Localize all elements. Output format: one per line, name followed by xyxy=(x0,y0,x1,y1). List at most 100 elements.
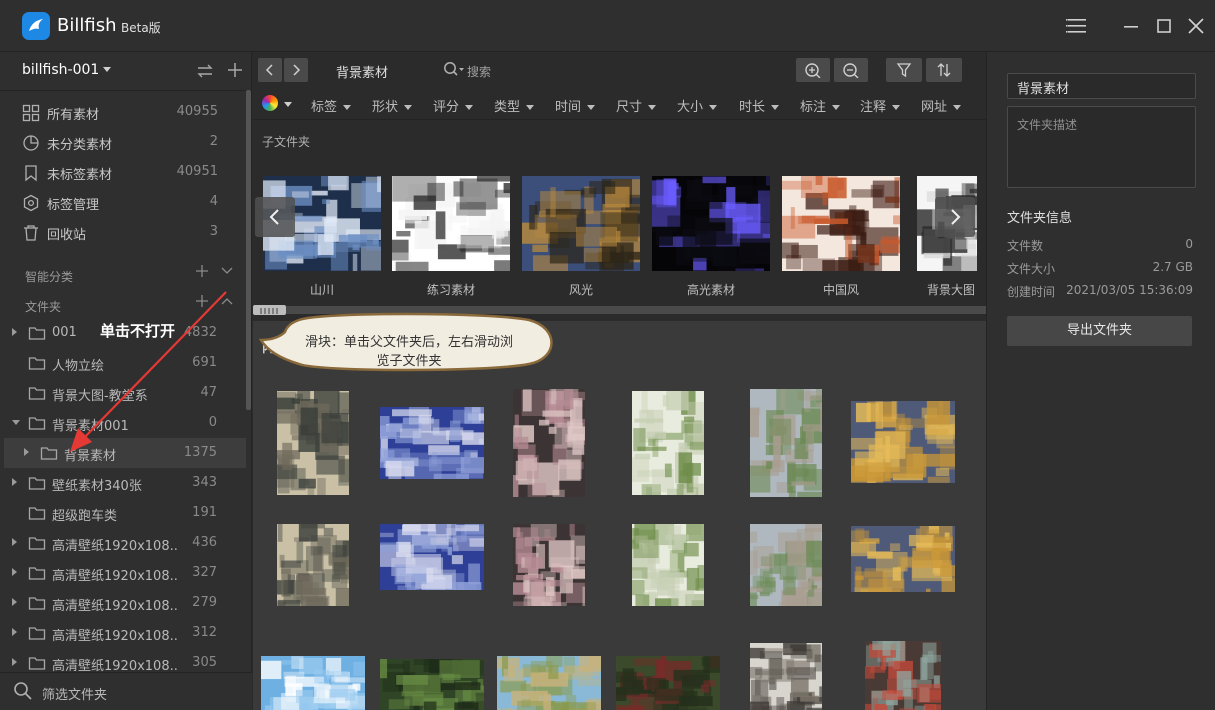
expand-down-icon[interactable] xyxy=(12,420,20,425)
expand-right-icon[interactable] xyxy=(12,328,17,336)
filter-dropdown[interactable]: 评分 xyxy=(433,96,473,115)
sidebar-scrollbar[interactable] xyxy=(246,90,251,410)
sidebar-nav-item[interactable]: 未分类素材 2 xyxy=(0,128,244,158)
add-folder-icon[interactable] xyxy=(195,294,209,312)
subfolder-thumbnail[interactable] xyxy=(782,176,900,271)
sidebar-nav-item[interactable]: 所有素材 40955 xyxy=(0,98,244,128)
folder-item[interactable]: 高清壁纸1920x108.. 279 xyxy=(0,588,246,618)
asset-thumbnail[interactable] xyxy=(851,526,955,592)
search-input[interactable]: 搜索 xyxy=(467,63,491,80)
folder-item[interactable]: 人物立绘 691 xyxy=(0,348,246,378)
add-library-icon[interactable] xyxy=(226,61,244,83)
nav-item-count: 40955 xyxy=(176,104,218,119)
zoom-in-button[interactable] xyxy=(796,58,830,82)
filter-dropdown[interactable]: 大小 xyxy=(677,96,717,115)
expand-right-icon[interactable] xyxy=(24,448,29,456)
export-folder-button[interactable]: 导出文件夹 xyxy=(1007,316,1192,346)
switch-icon[interactable] xyxy=(196,62,214,84)
folder-item[interactable]: 高清壁纸1920x108.. 312 xyxy=(0,618,246,648)
filter-dropdown[interactable]: 注释 xyxy=(860,96,900,115)
asset-thumbnail[interactable] xyxy=(750,389,822,497)
asset-thumbnail[interactable] xyxy=(513,524,585,606)
app-name: Billfish xyxy=(57,15,117,36)
folder-filter[interactable]: 筛选文件夹 xyxy=(0,672,252,710)
folder-item[interactable]: 高清壁纸1920x108.. 436 xyxy=(0,528,246,558)
filter-dropdown[interactable]: 时间 xyxy=(555,96,595,115)
library-dropdown-icon[interactable] xyxy=(103,67,111,72)
info-key: 文件数 xyxy=(1007,239,1044,253)
content-grid: 内容 xyxy=(253,321,986,710)
folder-label: 高清壁纸1920x108.. xyxy=(52,629,178,644)
filter-dropdown[interactable]: 时长 xyxy=(739,96,779,115)
filter-button[interactable] xyxy=(886,58,922,82)
asset-thumbnail[interactable] xyxy=(380,524,484,590)
close-icon[interactable] xyxy=(1183,13,1209,39)
asset-thumbnail[interactable] xyxy=(380,407,484,479)
info-row: 创建时间 2021/03/05 15:36:09 xyxy=(1007,283,1196,303)
folder-desc-input[interactable]: 文件夹描述 xyxy=(1007,106,1196,188)
library-name[interactable]: billfish-001 xyxy=(22,62,99,78)
asset-thumbnail[interactable] xyxy=(261,656,365,710)
sidebar-nav-item[interactable]: 未标签素材 40951 xyxy=(0,158,244,188)
asset-thumbnail[interactable] xyxy=(632,524,704,606)
expand-right-icon[interactable] xyxy=(12,568,17,576)
asset-thumbnail[interactable] xyxy=(513,389,585,497)
asset-thumbnail[interactable] xyxy=(632,391,704,495)
folder-icon xyxy=(28,475,46,495)
menu-icon[interactable] xyxy=(1064,13,1090,39)
asset-thumbnail[interactable] xyxy=(380,659,484,710)
folder-item[interactable]: 超级跑车类 191 xyxy=(0,498,246,528)
zoom-out-button[interactable] xyxy=(834,58,868,82)
sidebar-nav-item[interactable]: 回收站 3 xyxy=(0,218,244,248)
expand-right-icon[interactable] xyxy=(12,658,17,666)
filter-dropdown[interactable]: 网址 xyxy=(921,96,961,115)
subfolder-label: 风光 xyxy=(568,283,593,297)
filter-dropdown[interactable]: 尺寸 xyxy=(616,96,656,115)
chevron-up-icon[interactable] xyxy=(220,295,234,311)
filter-dropdown[interactable]: 形状 xyxy=(372,96,412,115)
folder-filter-input[interactable]: 筛选文件夹 xyxy=(42,684,107,703)
asset-thumbnail[interactable] xyxy=(277,524,349,606)
maximize-icon[interactable] xyxy=(1151,13,1177,39)
asset-thumbnail[interactable] xyxy=(750,524,822,606)
forward-button[interactable] xyxy=(284,58,308,82)
untagged-icon xyxy=(22,164,40,186)
sort-button[interactable] xyxy=(926,58,962,82)
expand-right-icon[interactable] xyxy=(12,598,17,606)
asset-thumbnail[interactable] xyxy=(750,643,822,710)
asset-thumbnail[interactable] xyxy=(851,401,955,483)
folder-item[interactable]: 高清壁纸1920x108.. 327 xyxy=(0,558,246,588)
subfolder-thumbnail[interactable] xyxy=(652,176,770,271)
subfolder-thumbnail[interactable] xyxy=(522,176,640,271)
chevron-down-icon[interactable] xyxy=(284,102,292,107)
add-smart-icon[interactable] xyxy=(195,264,209,282)
asset-thumbnail[interactable] xyxy=(865,641,941,710)
search-icon[interactable] xyxy=(443,61,465,83)
sidebar-nav-item[interactable]: 标签管理 4 xyxy=(0,188,244,218)
expand-right-icon[interactable] xyxy=(12,478,17,486)
filter-dropdown[interactable]: 类型 xyxy=(494,96,534,115)
folder-name-input[interactable]: 背景素材 xyxy=(1007,73,1196,99)
chevron-down-icon[interactable] xyxy=(220,265,234,281)
asset-thumbnail[interactable] xyxy=(616,656,720,710)
expand-right-icon[interactable] xyxy=(12,628,17,636)
color-filter-icon[interactable] xyxy=(262,95,278,111)
strip-prev-button[interactable] xyxy=(255,197,295,237)
filter-dropdown[interactable]: 标注 xyxy=(800,96,840,115)
folder-label: 超级跑车类 xyxy=(52,509,118,524)
folder-item[interactable]: 背景素材001 0 xyxy=(0,408,246,438)
asset-thumbnail[interactable] xyxy=(497,656,601,710)
filter-dropdown[interactable]: 标签 xyxy=(311,96,351,115)
subfolder-thumbnail[interactable] xyxy=(392,176,510,271)
nav-item-label: 标签管理 xyxy=(47,198,100,213)
strip-next-button[interactable] xyxy=(935,197,975,237)
folder-item[interactable]: 背景素材 1375 xyxy=(4,438,246,468)
asset-thumbnail[interactable] xyxy=(277,391,349,495)
folder-icon xyxy=(28,505,46,525)
back-button[interactable] xyxy=(258,58,282,82)
folder-item[interactable]: 背景大图-教堂系 47 xyxy=(0,378,246,408)
expand-right-icon[interactable] xyxy=(12,538,17,546)
nav-item-label: 未分类素材 xyxy=(47,138,113,153)
minimize-icon[interactable] xyxy=(1118,13,1144,39)
folder-item[interactable]: 壁纸素材340张 343 xyxy=(0,468,246,498)
